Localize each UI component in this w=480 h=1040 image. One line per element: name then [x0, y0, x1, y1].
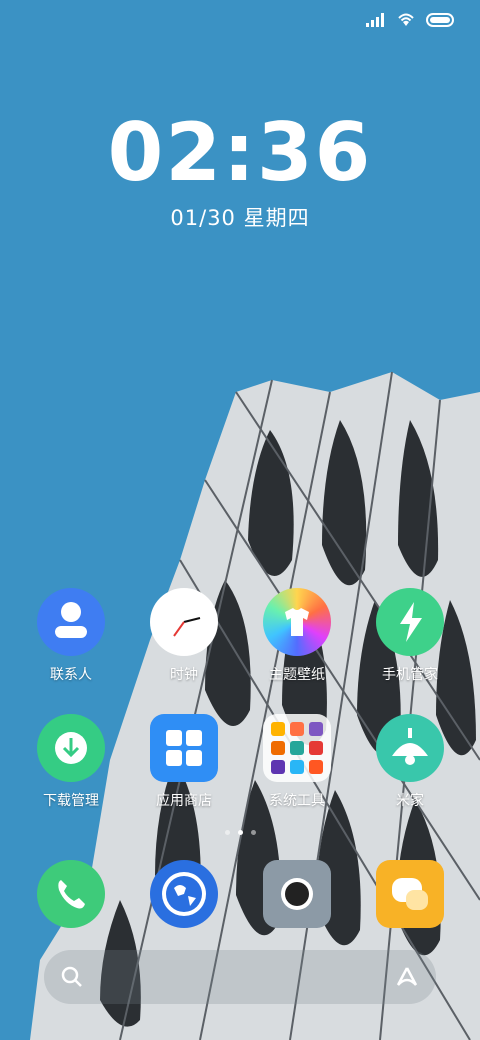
contacts-icon [37, 588, 105, 656]
app-label: 下载管理 [43, 793, 99, 809]
browser-icon [150, 860, 218, 928]
app-store-icon [150, 714, 218, 782]
app-label: 米家 [396, 793, 424, 809]
dock-messages[interactable] [360, 860, 460, 928]
clock-icon [150, 588, 218, 656]
signal-icon [366, 12, 386, 31]
search-icon[interactable] [60, 965, 84, 993]
themes-icon [263, 588, 331, 656]
app-label: 联系人 [50, 667, 92, 683]
messages-icon [376, 860, 444, 928]
global-search-bar[interactable] [44, 950, 436, 1004]
dock-browser[interactable] [134, 860, 234, 928]
page-indicator [0, 830, 480, 835]
camera-icon [263, 860, 331, 928]
app-mi-home[interactable]: 米家 [360, 714, 460, 810]
app-clock[interactable]: 时钟 [134, 588, 234, 684]
lockscreen-date: 01/30 星期四 [170, 206, 310, 230]
assistant-icon[interactable] [394, 965, 420, 993]
lockscreen-time: 02:36 [107, 106, 373, 199]
download-icon [37, 714, 105, 782]
app-label: 系统工具 [269, 793, 325, 809]
app-label: 主题壁纸 [269, 667, 325, 683]
mi-home-icon [376, 714, 444, 782]
folder-icon [263, 714, 331, 782]
folder-system-tools[interactable]: 系统工具 [247, 714, 347, 810]
app-themes[interactable]: 主题壁纸 [247, 588, 347, 684]
security-icon [376, 588, 444, 656]
app-security[interactable]: 手机管家 [360, 588, 460, 684]
phone-icon [37, 860, 105, 928]
app-label: 应用商店 [156, 793, 212, 809]
dock-camera[interactable] [247, 860, 347, 928]
app-label: 时钟 [170, 667, 198, 683]
wifi-icon [396, 11, 416, 31]
status-bar [366, 10, 456, 32]
app-download-manager[interactable]: 下载管理 [21, 714, 121, 810]
page-dot-current [237, 830, 243, 835]
page-dot [250, 830, 256, 835]
page-dot [224, 830, 230, 835]
app-store[interactable]: 应用商店 [134, 714, 234, 810]
app-contacts[interactable]: 联系人 [21, 588, 121, 684]
battery-icon [426, 12, 456, 31]
dock-phone[interactable] [21, 860, 121, 928]
app-label: 手机管家 [382, 667, 438, 683]
